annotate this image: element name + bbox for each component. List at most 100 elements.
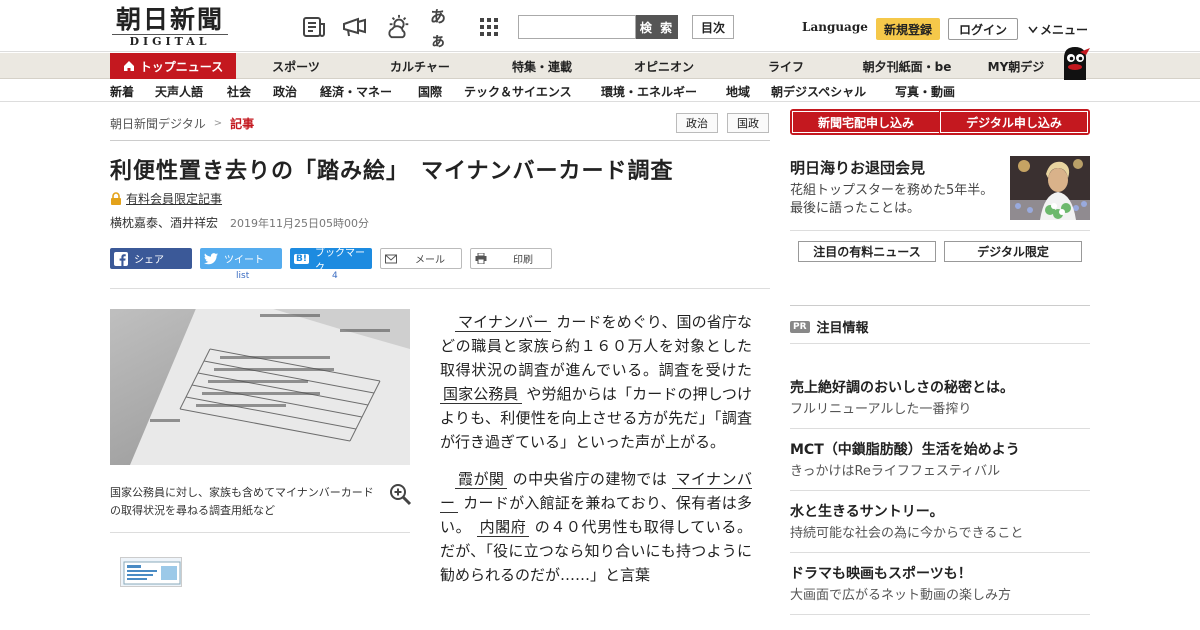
menu-button[interactable]: メニュー — [1028, 21, 1088, 38]
article-title: 利便性置き去りの「踏み絵」 マイナンバーカード調査 — [110, 159, 674, 184]
home-icon — [123, 61, 134, 71]
pr-item-sub: きっかけはReライフフェスティバル — [790, 464, 1001, 479]
divider — [790, 490, 1090, 491]
twitter-icon — [204, 252, 218, 264]
print-label: 印刷 — [513, 255, 533, 266]
lock-icon — [111, 192, 121, 205]
subscribe-paper-button[interactable]: 新聞宅配申し込み — [791, 110, 941, 134]
article-date: 2019年11月25日05時00分 — [230, 217, 369, 230]
pr-item[interactable]: MCT（中鎖脂肪酸）生活を始めよう きっかけはReライフフェスティバル — [790, 440, 1090, 482]
breadcrumb-home[interactable]: 朝日新聞デジタル — [110, 115, 206, 132]
mail-share-label: メール — [415, 255, 445, 266]
nav2-tenseijingo[interactable]: 天声人語 — [155, 80, 203, 102]
photo-thumbnail[interactable] — [120, 557, 182, 587]
chevron-down-icon — [1028, 26, 1038, 33]
article-photo[interactable] — [110, 309, 410, 465]
nav2-region[interactable]: 地域 — [726, 80, 750, 102]
promo-text: 花組トップスターを務めた5年半。最後に語ったことは。 — [790, 183, 994, 216]
weather-icon[interactable] — [386, 14, 412, 40]
article-authors: 横枕嘉泰、酒井祥宏 — [110, 216, 219, 230]
keyword-link[interactable]: 国家公務員 — [440, 385, 522, 404]
pr-item-title: MCT（中鎖脂肪酸）生活を始めよう — [790, 442, 1020, 458]
nav2-tech-science[interactable]: テック＆サイエンス — [464, 80, 572, 102]
secondary-nav: 新着 天声人語 社会 政治 経済・マネー 国際 テック＆サイエンス 環境・エネル… — [0, 80, 1200, 102]
divider — [790, 614, 1090, 615]
paid-news-button[interactable]: 注目の有料ニュース — [798, 241, 936, 262]
toc-button[interactable]: 目次 — [692, 15, 734, 39]
divider — [790, 305, 1090, 306]
login-button[interactable]: ログイン — [948, 18, 1018, 40]
pr-title: 注目情報 — [816, 321, 869, 336]
print-button[interactable]: 印刷 — [470, 248, 552, 269]
nav2-international[interactable]: 国際 — [418, 80, 442, 102]
mail-share-button[interactable]: メール — [380, 248, 462, 269]
article-body: マイナンバー カードをめぐり、国の省庁などの職員と家族ら約１６０万人を対象とした… — [440, 310, 752, 600]
nav2-environment[interactable]: 環境・エネルギー — [601, 80, 697, 102]
nav-top-news[interactable]: トップニュース — [110, 53, 236, 79]
nav2-society[interactable]: 社会 — [227, 80, 251, 102]
promo-title[interactable]: 明日海りお退団会見 — [790, 157, 925, 178]
zoom-icon[interactable] — [388, 482, 412, 506]
grid-menu-icon[interactable] — [476, 14, 502, 40]
breadcrumb-current: 記事 — [230, 117, 255, 131]
nav2-economy[interactable]: 経済・マネー — [320, 80, 392, 102]
primary-nav: トップニュース スポーツ カルチャー 特集・連載 オピニオン ライフ 朝夕刊紙面… — [0, 53, 1200, 79]
paid-member-label[interactable]: 有料会員限定記事 — [110, 190, 222, 207]
search-button[interactable]: 検 索 — [636, 15, 678, 39]
megaphone-icon[interactable] — [342, 14, 368, 40]
nav-top-news-label: トップニュース — [139, 59, 224, 74]
tag-politics[interactable]: 政治 — [676, 113, 718, 133]
keyword-link[interactable]: マイナンバー — [455, 313, 552, 332]
font-size-icon[interactable]: あぁ — [430, 7, 456, 50]
pr-item[interactable]: 水と生きるサントリー。 持続可能な社会の為に今からできること — [790, 502, 1090, 544]
pr-item-sub: 大画面で広がるネット動画の楽しみ方 — [790, 588, 1012, 603]
pr-item-sub: 持続可能な社会の為に今からできること — [790, 526, 1024, 541]
twitter-share-button[interactable]: ツイート — [200, 248, 282, 269]
pr-header: PR 注目情報 — [790, 317, 869, 336]
nav-life[interactable]: ライフ — [738, 53, 834, 79]
facebook-share-button[interactable]: シェア — [110, 248, 192, 269]
nav-sports[interactable]: スポーツ — [250, 53, 342, 79]
nav-features[interactable]: 特集・連載 — [494, 53, 590, 79]
pr-item[interactable]: 売上絶好調のおいしさの秘密とは。 フルリニューアルした一番搾り — [790, 378, 1090, 420]
promo-image[interactable] — [1010, 156, 1090, 220]
twitter-count[interactable]: list — [236, 271, 249, 281]
nav2-latest[interactable]: 新着 — [110, 80, 134, 102]
divider — [110, 140, 770, 141]
pr-item[interactable]: ドラマも映画もスポーツも！ 大画面で広がるネット動画の楽しみ方 — [790, 564, 1090, 606]
article-paragraph: マイナンバー カードをめぐり、国の省庁などの職員と家族ら約１６０万人を対象とした… — [440, 310, 752, 454]
nav-opinion[interactable]: オピニオン — [616, 53, 712, 79]
register-button[interactable]: 新規登録 — [876, 18, 940, 40]
nav-print-edition[interactable]: 朝夕刊紙面・be — [850, 53, 964, 79]
breadcrumb-separator: > — [213, 118, 223, 129]
hatena-bookmark-label: ブックマーク — [314, 247, 365, 274]
nav2-photo-video[interactable]: 写真・動画 — [895, 80, 955, 102]
printer-icon — [475, 253, 487, 264]
pr-item-title: 売上絶好調のおいしさの秘密とは。 — [790, 380, 1014, 396]
paid-member-text: 有料会員限定記事 — [126, 192, 223, 206]
hatena-icon: B! — [294, 253, 309, 264]
pr-item-title: 水と生きるサントリー。 — [790, 504, 944, 520]
nav-culture[interactable]: カルチャー — [372, 53, 468, 79]
site-logo[interactable]: 朝日新聞 DIGITAL — [112, 6, 228, 48]
pr-item-sub: フルリニューアルした一番搾り — [790, 402, 972, 417]
subscribe-digital-button[interactable]: デジタル申し込み — [939, 110, 1089, 134]
keyword-link[interactable]: 内閣府 — [476, 518, 530, 537]
facebook-share-label: シェア — [134, 255, 164, 266]
hatena-bookmark-button[interactable]: B! ブックマーク — [290, 248, 372, 274]
divider — [790, 230, 1090, 231]
newspaper-icon[interactable] — [302, 14, 328, 40]
hatena-count[interactable]: 4 — [332, 271, 338, 281]
pr-badge: PR — [790, 320, 810, 333]
search-input[interactable] — [518, 15, 636, 39]
nav-my-asahi[interactable]: MY朝デジ — [980, 53, 1052, 79]
digital-only-button[interactable]: デジタル限定 — [944, 241, 1082, 262]
site-header: 朝日新聞 DIGITAL あぁ 検 索 目次 Language 新規登録 ログイ… — [0, 0, 1200, 52]
keyword-link[interactable]: 霞が関 — [455, 470, 508, 489]
tag-national-politics[interactable]: 国政 — [727, 113, 769, 133]
language-link[interactable]: Language — [802, 20, 868, 34]
byline: 横枕嘉泰、酒井祥宏 2019年11月25日05時00分 — [110, 214, 369, 231]
mail-icon — [385, 254, 397, 263]
nav2-politics[interactable]: 政治 — [273, 80, 297, 102]
nav2-special[interactable]: 朝デジスペシャル — [771, 80, 866, 102]
